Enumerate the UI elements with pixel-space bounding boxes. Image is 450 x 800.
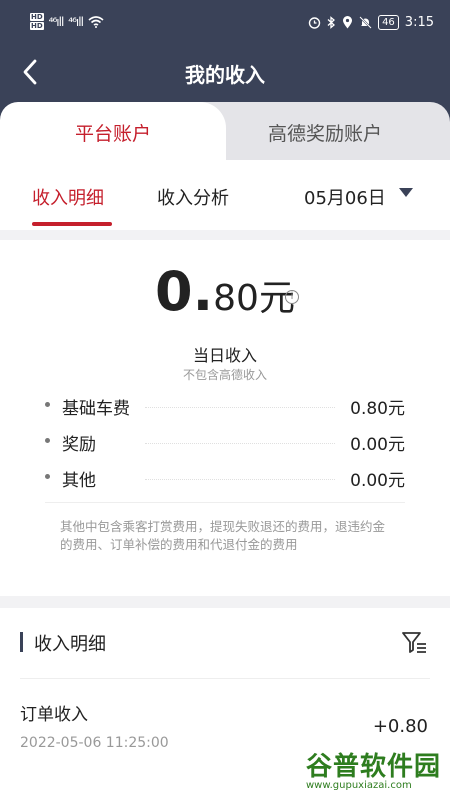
signal-icon-2: ⁴⁶ıll [68, 14, 84, 29]
status-left: HD HD ⁴⁶ıll ⁴⁶ıll [30, 13, 104, 30]
income-amount-decimal: 80元 [213, 278, 295, 319]
income-summary-card: 0.80元 i 当日收入 不包含高德收入 基础车费 0.80元 奖励 0.00元… [0, 240, 450, 596]
tab-reward-account-label: 高德奖励账户 [267, 123, 382, 145]
breakdown-value: 0.00元 [350, 471, 405, 491]
breakdown-row: 奖励 0.00元 [45, 428, 405, 455]
dotted-leader [145, 407, 335, 408]
tab-platform-account[interactable]: 平台账户 [0, 102, 226, 164]
signal-icon-1: ⁴⁶ıll [48, 14, 65, 29]
dotted-leader [145, 443, 335, 444]
order-income-amount: +0.80 [372, 716, 428, 737]
income-amount-integer: 0. [155, 260, 214, 323]
active-tab-underline [32, 222, 112, 226]
other-income-note: 其他中包含乘客打赏费用，提现失败退还的费用，退违约金的费用、订单补偿的费用和代退… [60, 519, 386, 552]
tab-reward-account[interactable]: 高德奖励账户 [200, 102, 450, 162]
watermark-url: www.gupuxiazai.com [306, 780, 412, 791]
caret-down-icon[interactable] [399, 188, 413, 197]
hd-badges: HD HD [30, 13, 44, 30]
breakdown-value: 0.00元 [350, 435, 405, 455]
title-bar: 我的收入 [0, 48, 450, 96]
status-right: 46 3:15 [308, 15, 434, 30]
detail-section-title: 收入明细 [34, 634, 106, 655]
breakdown-name: 基础车费 [62, 399, 130, 419]
wifi-icon [88, 15, 104, 28]
account-tabs: 高德奖励账户 平台账户 [0, 102, 450, 164]
bluetooth-icon [327, 16, 336, 29]
section-accent-bar [20, 632, 23, 652]
breakdown-row: 基础车费 0.80元 [45, 392, 405, 419]
mute-icon [359, 16, 372, 29]
detail-divider [20, 678, 430, 679]
tab-income-analysis[interactable]: 收入分析 [157, 184, 229, 210]
sub-tabs: 收入明细 收入分析 05月06日 [0, 160, 450, 230]
filter-icon[interactable] [400, 628, 428, 656]
watermark-text: 谷普软件园 [306, 752, 442, 782]
bullet-icon [45, 402, 50, 407]
breakdown-name: 奖励 [62, 435, 96, 455]
date-selector[interactable]: 05月06日 [304, 184, 386, 210]
location-icon [343, 16, 353, 29]
breakdown-row: 其他 0.00元 [45, 464, 405, 491]
day-income-note: 不包含高德收入 [182, 368, 267, 382]
hd-badge-top: HD [30, 13, 44, 21]
battery-icon: 46 [378, 15, 399, 30]
hd-badge-bottom: HD [30, 22, 44, 30]
order-income-title: 订单收入 [20, 705, 88, 725]
section-divider [45, 502, 405, 503]
tab-platform-account-label: 平台账户 [74, 123, 151, 145]
dotted-leader [145, 479, 335, 480]
info-icon[interactable]: i [285, 290, 299, 304]
page-title: 我的收入 [185, 63, 265, 87]
site-watermark: 谷普软件园 www.gupuxiazai.com [306, 744, 444, 796]
status-bar: HD HD ⁴⁶ıll ⁴⁶ıll 46 3:15 [0, 0, 450, 44]
bullet-icon [45, 438, 50, 443]
order-income-time: 2022-05-06 11:25:00 [20, 735, 169, 751]
header-background: HD HD ⁴⁶ıll ⁴⁶ıll 46 3:15 我的收入 高德奖励账户 平台… [0, 0, 450, 164]
bullet-icon [45, 474, 50, 479]
tab-income-details[interactable]: 收入明细 [32, 184, 104, 210]
status-time: 3:15 [404, 15, 434, 30]
breakdown-name: 其他 [62, 471, 96, 491]
breakdown-value: 0.80元 [350, 399, 405, 419]
income-amount: 0.80元 [0, 260, 450, 323]
day-income-label: 当日收入 [192, 346, 257, 365]
alarm-icon [308, 17, 321, 29]
